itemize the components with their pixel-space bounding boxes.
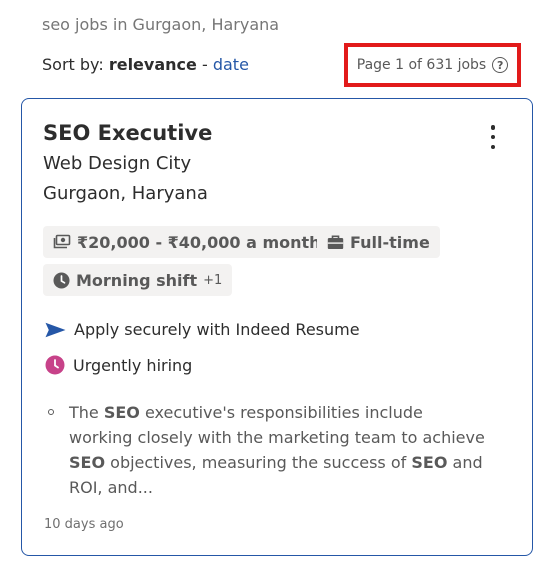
sort-row: Sort by: relevance - date xyxy=(42,55,249,74)
money-icon xyxy=(53,234,71,249)
job-type-chip: Full-time xyxy=(317,226,440,258)
sort-date-link[interactable]: date xyxy=(213,55,249,74)
urgent-clock-icon xyxy=(45,355,65,375)
more-options-icon[interactable] xyxy=(490,125,496,149)
job-card[interactable]: SEO Executive Web Design City Gurgaon, H… xyxy=(21,98,533,556)
shift-extra: +1 xyxy=(203,272,223,288)
posted-date: 10 days ago xyxy=(44,517,124,532)
urgent-feature: Urgently hiring xyxy=(45,355,192,375)
clock-icon xyxy=(53,272,70,288)
apply-text: Apply securely with Indeed Resume xyxy=(74,320,360,339)
bullet-icon xyxy=(48,409,54,415)
shift-text: Morning shift xyxy=(76,270,198,290)
page-count-text: Page 1 of 631 jobs xyxy=(356,57,487,73)
question-circle-icon[interactable]: ? xyxy=(492,57,509,73)
page-count: Page 1 of 631 jobs ? xyxy=(344,43,521,87)
sort-label: Sort by: xyxy=(42,55,104,74)
search-title: seo jobs in Gurgaon, Haryana xyxy=(42,15,280,34)
sort-relevance[interactable]: relevance xyxy=(109,55,197,74)
salary-chip: ₹20,000 - ₹40,000 a month xyxy=(43,226,331,258)
job-title[interactable]: SEO Executive xyxy=(43,121,212,145)
apply-feature: Apply securely with Indeed Resume xyxy=(45,320,360,339)
urgent-text: Urgently hiring xyxy=(73,355,193,375)
job-type-text: Full-time xyxy=(350,232,430,252)
sort-separator: - xyxy=(201,55,208,74)
company-name: Web Design City xyxy=(43,153,192,174)
job-snippet: The SEO executive's responsibilities inc… xyxy=(48,400,488,500)
briefcase-icon xyxy=(327,235,344,249)
salary-text: ₹20,000 - ₹40,000 a month xyxy=(77,232,321,252)
shift-chip: Morning shift +1 xyxy=(43,264,233,296)
send-arrow-icon xyxy=(45,322,66,337)
job-location: Gurgaon, Haryana xyxy=(43,183,208,204)
